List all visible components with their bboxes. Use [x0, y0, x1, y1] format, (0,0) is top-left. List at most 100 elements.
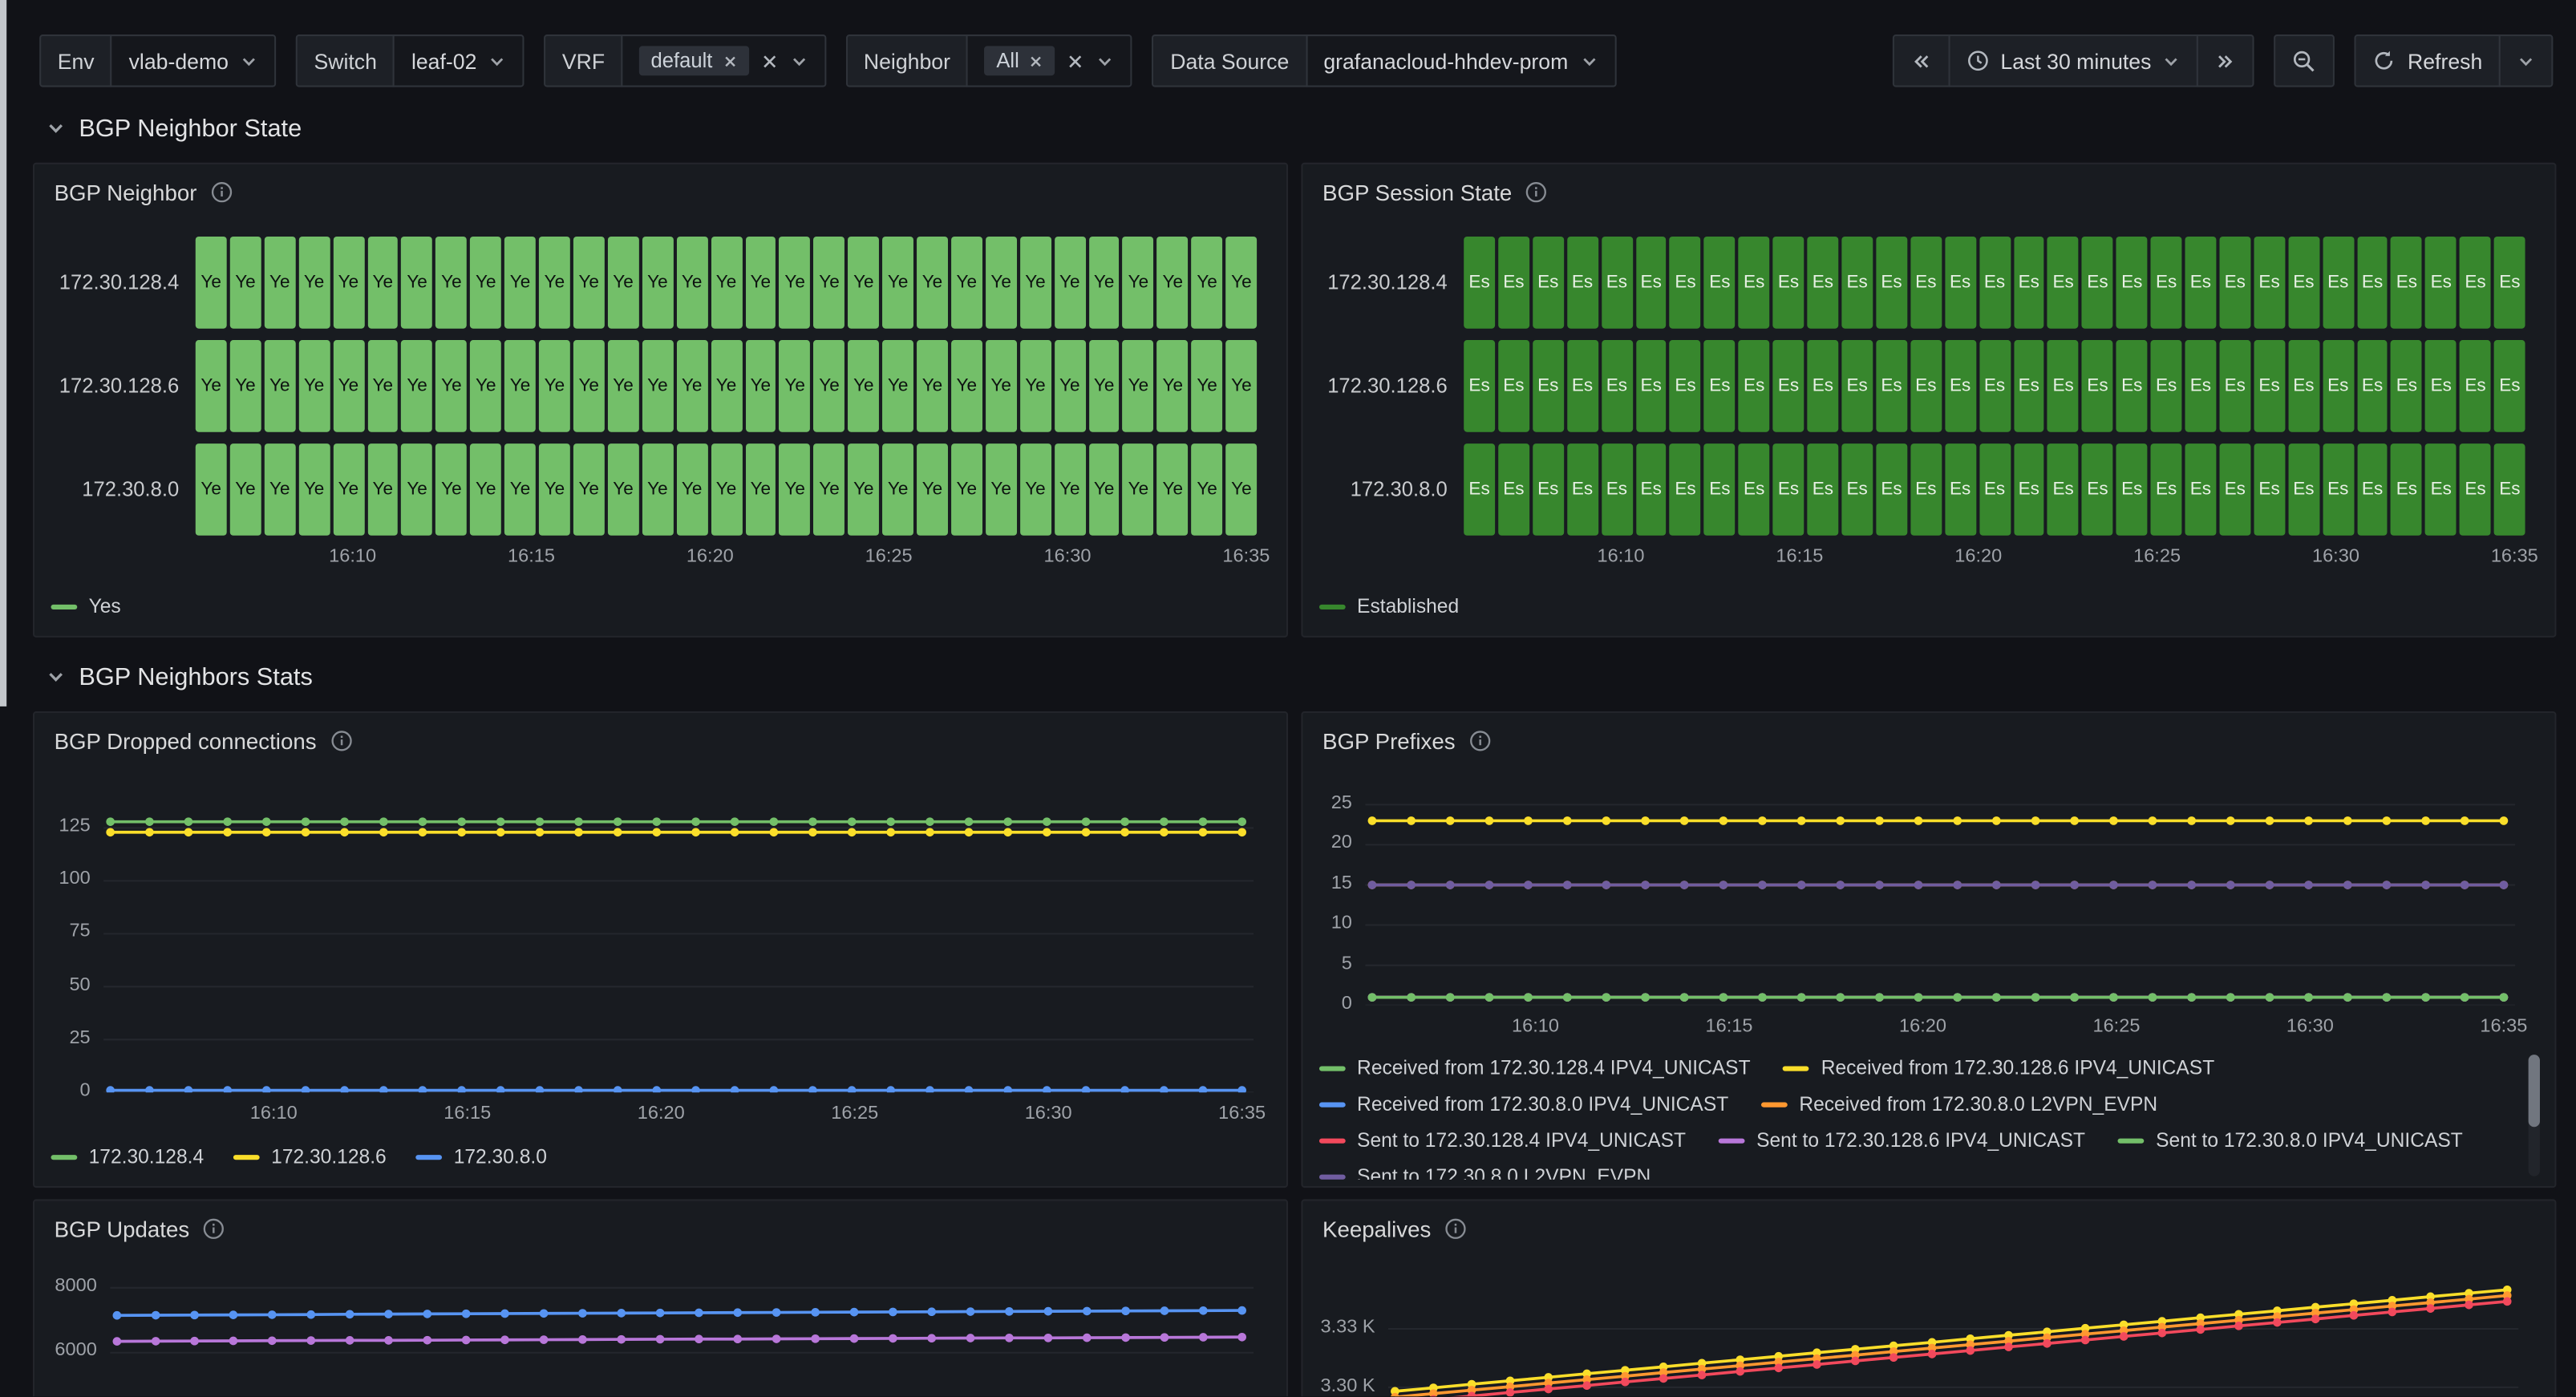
x-axis-tick: 16:30: [2286, 1017, 2334, 1037]
legend-item[interactable]: Received from 172.30.128.4 IPV4_UNICAST: [1319, 1056, 1751, 1079]
filter-value-text: leaf-02: [411, 48, 476, 73]
panel-header[interactable]: BGP Updates: [34, 1201, 1286, 1257]
info-icon[interactable]: [203, 1217, 226, 1241]
panel-bgp-prefixes: BGP Prefixes 051015202516:1016:1516:2016…: [1301, 711, 2556, 1188]
state-cell: Ye: [504, 340, 536, 432]
state-cell: Ye: [848, 237, 879, 329]
state-cell: Ye: [1157, 340, 1189, 432]
state-cell: Es: [2185, 340, 2217, 432]
state-cell: Es: [1807, 340, 1838, 432]
info-icon[interactable]: [210, 180, 233, 204]
section-bgp-neighbor-state[interactable]: BGP Neighbor State: [46, 111, 2576, 144]
legend-item[interactable]: Sent to 172.30.128.6 IPV4_UNICAST: [1719, 1128, 2085, 1152]
x-axis-tick: 16:10: [329, 547, 376, 567]
panel-header[interactable]: Keepalives: [1302, 1201, 2554, 1257]
state-cell: Es: [1773, 237, 1804, 329]
panel-header[interactable]: BGP Prefixes: [1302, 713, 2554, 769]
filter-neighbor-value[interactable]: All: [966, 34, 1132, 87]
legend-item[interactable]: Established: [1319, 595, 1459, 618]
state-cell: Es: [2460, 340, 2491, 432]
legend-item[interactable]: 172.30.8.0: [416, 1145, 547, 1168]
panel-header[interactable]: BGP Session State: [1302, 164, 2554, 221]
legend-scrollbar-thumb[interactable]: [2529, 1055, 2540, 1127]
x-axis-tick: 16:20: [638, 1104, 685, 1124]
legend-item[interactable]: Received from 172.30.8.0 IPV4_UNICAST: [1319, 1092, 1728, 1116]
x-axis-tick: 16:10: [1598, 547, 1645, 567]
filter-switch-value[interactable]: leaf-02: [393, 34, 524, 87]
row-label: 172.30.8.0: [51, 443, 196, 536]
panel-bgp-session-state: BGP Session State 172.30.128.4EsEsEsEsEs…: [1301, 163, 2556, 638]
legend-scrollbar[interactable]: [2529, 1055, 2540, 1176]
info-icon[interactable]: [1525, 180, 1549, 204]
legend: Established: [1319, 595, 1459, 618]
clear-selection-icon[interactable]: [760, 52, 779, 71]
time-controls: Last 30 minutes: [1892, 34, 2254, 87]
state-cell: Ye: [1192, 443, 1223, 536]
info-icon[interactable]: [1468, 730, 1492, 753]
state-cell: Ye: [1157, 237, 1189, 329]
filter-datasource-value[interactable]: grafanacloud-hhdev-prom: [1306, 34, 1616, 87]
state-cell: Ye: [711, 340, 742, 432]
tag-text: All: [996, 49, 1019, 72]
legend-item[interactable]: Sent to 172.30.8.0 IPV4_UNICAST: [2118, 1128, 2463, 1152]
state-cell: Es: [1670, 237, 1701, 329]
section-bgp-neighbors-stats[interactable]: BGP Neighbors Stats: [46, 660, 2576, 693]
legend-item[interactable]: Sent to 172.30.128.4 IPV4_UNICAST: [1319, 1128, 1686, 1152]
legend-item[interactable]: Yes: [51, 595, 121, 618]
row-label: 172.30.128.6: [51, 340, 196, 432]
state-cell: Es: [1533, 443, 1564, 536]
legend-item[interactable]: 172.30.128.6: [233, 1145, 387, 1168]
legend-item[interactable]: Received from 172.30.128.6 IPV4_UNICAST: [1784, 1056, 2215, 1079]
state-cell: Es: [2254, 340, 2285, 432]
time-shift-back-button[interactable]: [1892, 34, 1950, 87]
legend-item[interactable]: Received from 172.30.8.0 L2VPN_EVPN: [1761, 1092, 2157, 1116]
state-cell: Ye: [504, 443, 536, 536]
info-icon[interactable]: [330, 730, 353, 753]
x-axis-tick: 16:20: [687, 547, 734, 567]
legend-item[interactable]: Sent to 172.30.8.0 L2VPN_EVPN: [1319, 1164, 1651, 1179]
state-cell: Es: [1464, 443, 1495, 536]
filter-label-text: Neighbor: [864, 48, 950, 73]
remove-tag-icon[interactable]: [723, 54, 737, 68]
x-axis-tick: 16:25: [2133, 547, 2181, 567]
panel-header[interactable]: BGP Dropped connections: [34, 713, 1286, 769]
clear-selection-icon[interactable]: [1067, 52, 1085, 71]
panel-header[interactable]: BGP Neighbor: [34, 164, 1286, 221]
state-cell: Ye: [1123, 237, 1154, 329]
state-cell: Ye: [780, 237, 811, 329]
legend-label: Received from 172.30.8.0 L2VPN_EVPN: [1799, 1092, 2157, 1116]
filter-datasource: Data Source grafanacloud-hhdev-prom: [1152, 34, 1616, 87]
left-edge-scrollbar[interactable]: [0, 0, 6, 707]
state-cell: Es: [1739, 443, 1770, 536]
filter-vrf-value[interactable]: default: [622, 34, 826, 87]
selected-tag[interactable]: All: [985, 46, 1055, 75]
y-axis-tick: 3.33 K: [1302, 1318, 1375, 1338]
state-cell: Es: [1945, 340, 1976, 432]
refresh-controls: Refresh: [2355, 34, 2553, 87]
filter-label-text: Env: [58, 48, 95, 73]
state-cell: Es: [2323, 340, 2354, 432]
state-cell: Es: [2494, 443, 2525, 536]
y-axis-tick: 20: [1302, 833, 1351, 853]
remove-tag-icon[interactable]: [1029, 54, 1043, 68]
row-label: 172.30.128.4: [1319, 237, 1464, 329]
selected-tag[interactable]: default: [639, 46, 748, 75]
refresh-interval-dropdown[interactable]: [2499, 34, 2554, 87]
x-axis-tick: 16:30: [2312, 547, 2359, 567]
state-cell: Ye: [780, 443, 811, 536]
state-cell: Ye: [1088, 340, 1120, 432]
legend-item[interactable]: 172.30.128.4: [51, 1145, 205, 1168]
state-cell: Es: [1841, 340, 1873, 432]
filter-env-value[interactable]: vlab-demo: [111, 34, 276, 87]
x-axis-tick: 16:35: [1218, 1104, 1266, 1124]
legend-swatch: [1319, 1102, 1346, 1107]
zoom-out-button[interactable]: [2274, 34, 2335, 87]
time-picker-button[interactable]: Last 30 minutes: [1948, 34, 2199, 87]
legend-swatch: [1319, 604, 1346, 609]
filter-vrf-label: VRF: [544, 34, 622, 87]
refresh-button[interactable]: Refresh: [2355, 34, 2500, 87]
state-cell: Ye: [1226, 340, 1258, 432]
state-cell: Es: [1910, 237, 1942, 329]
time-shift-forward-button[interactable]: [2197, 34, 2255, 87]
info-icon[interactable]: [1444, 1217, 1468, 1241]
